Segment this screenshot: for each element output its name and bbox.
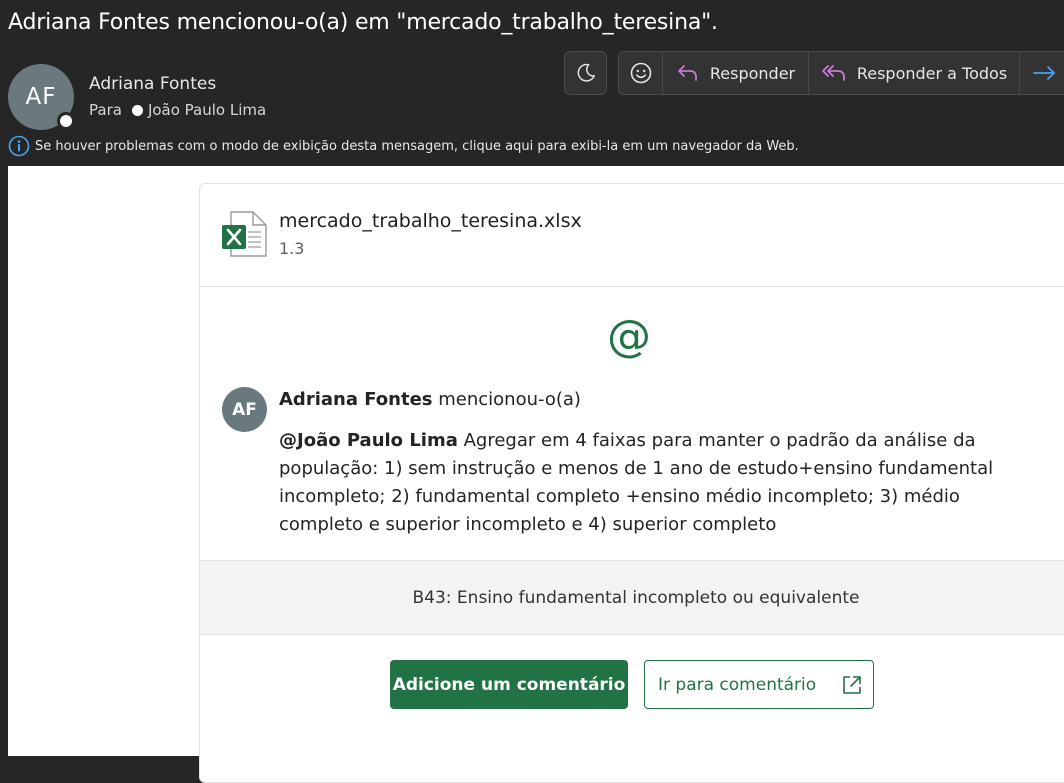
info-text: Se houver problemas com o modo de exibiç… bbox=[35, 138, 799, 154]
file-header[interactable]: mercado_trabalho_teresina.xlsx 1.3 bbox=[200, 184, 1064, 287]
cell-reference: B43: Ensino fundamental incompleto ou eq… bbox=[200, 560, 1064, 635]
sender-avatar[interactable]: AF bbox=[8, 64, 75, 130]
comment-header: Adriana Fontes mencionou-o(a) bbox=[279, 389, 581, 410]
dark-mode-button[interactable] bbox=[564, 51, 607, 95]
reply-label: Responder bbox=[709, 63, 796, 83]
reply-all-icon bbox=[821, 65, 845, 81]
react-button[interactable] bbox=[619, 52, 663, 94]
recipient-line: Para João Paulo Lima bbox=[89, 101, 266, 119]
file-name: mercado_trabalho_teresina.xlsx bbox=[279, 210, 582, 232]
message-actions: Responder Responder a Todos bbox=[618, 51, 1064, 95]
sender-name[interactable]: Adriana Fontes bbox=[89, 74, 216, 94]
to-label: Para bbox=[89, 101, 122, 119]
reply-all-label: Responder a Todos bbox=[856, 63, 1008, 83]
forward-icon bbox=[1033, 66, 1055, 80]
message-body: mercado_trabalho_teresina.xlsx 1.3 @ AF … bbox=[8, 166, 1064, 783]
go-to-comment-label: Ir para comentário bbox=[658, 674, 817, 695]
external-link-icon bbox=[843, 676, 861, 694]
comment-author-avatar: AF bbox=[222, 387, 267, 432]
comment-text: @João Paulo Lima Agregar em 4 faixas par… bbox=[279, 427, 1049, 539]
comment-author: Adriana Fontes bbox=[279, 389, 433, 410]
recipient-status-icon bbox=[131, 104, 143, 116]
presence-status-icon bbox=[57, 112, 75, 130]
moon-icon bbox=[577, 63, 595, 82]
file-version: 1.3 bbox=[279, 239, 305, 258]
reply-icon bbox=[677, 65, 697, 81]
sender-initials: AF bbox=[25, 84, 57, 110]
mention-at-icon: @ bbox=[607, 311, 651, 362]
info-icon bbox=[8, 135, 30, 157]
email-subject: Adriana Fontes mencionou-o(a) em "mercad… bbox=[8, 10, 718, 35]
mentioned-user: @João Paulo Lima bbox=[279, 430, 458, 451]
comment-action: mencionou-o(a) bbox=[438, 389, 581, 410]
go-to-comment-button[interactable]: Ir para comentário bbox=[644, 660, 874, 709]
recipient-name[interactable]: João Paulo Lima bbox=[148, 101, 266, 119]
mention-card: mercado_trabalho_teresina.xlsx 1.3 @ AF … bbox=[199, 183, 1064, 783]
excel-file-icon bbox=[222, 211, 267, 257]
forward-button[interactable] bbox=[1020, 52, 1064, 94]
emoji-icon bbox=[630, 62, 651, 84]
reply-all-button[interactable]: Responder a Todos bbox=[809, 52, 1020, 94]
view-in-browser-notice[interactable]: Se houver problemas com o modo de exibiç… bbox=[8, 135, 799, 157]
reply-button[interactable]: Responder bbox=[663, 52, 809, 94]
add-comment-button[interactable]: Adicione um comentário bbox=[390, 660, 628, 709]
